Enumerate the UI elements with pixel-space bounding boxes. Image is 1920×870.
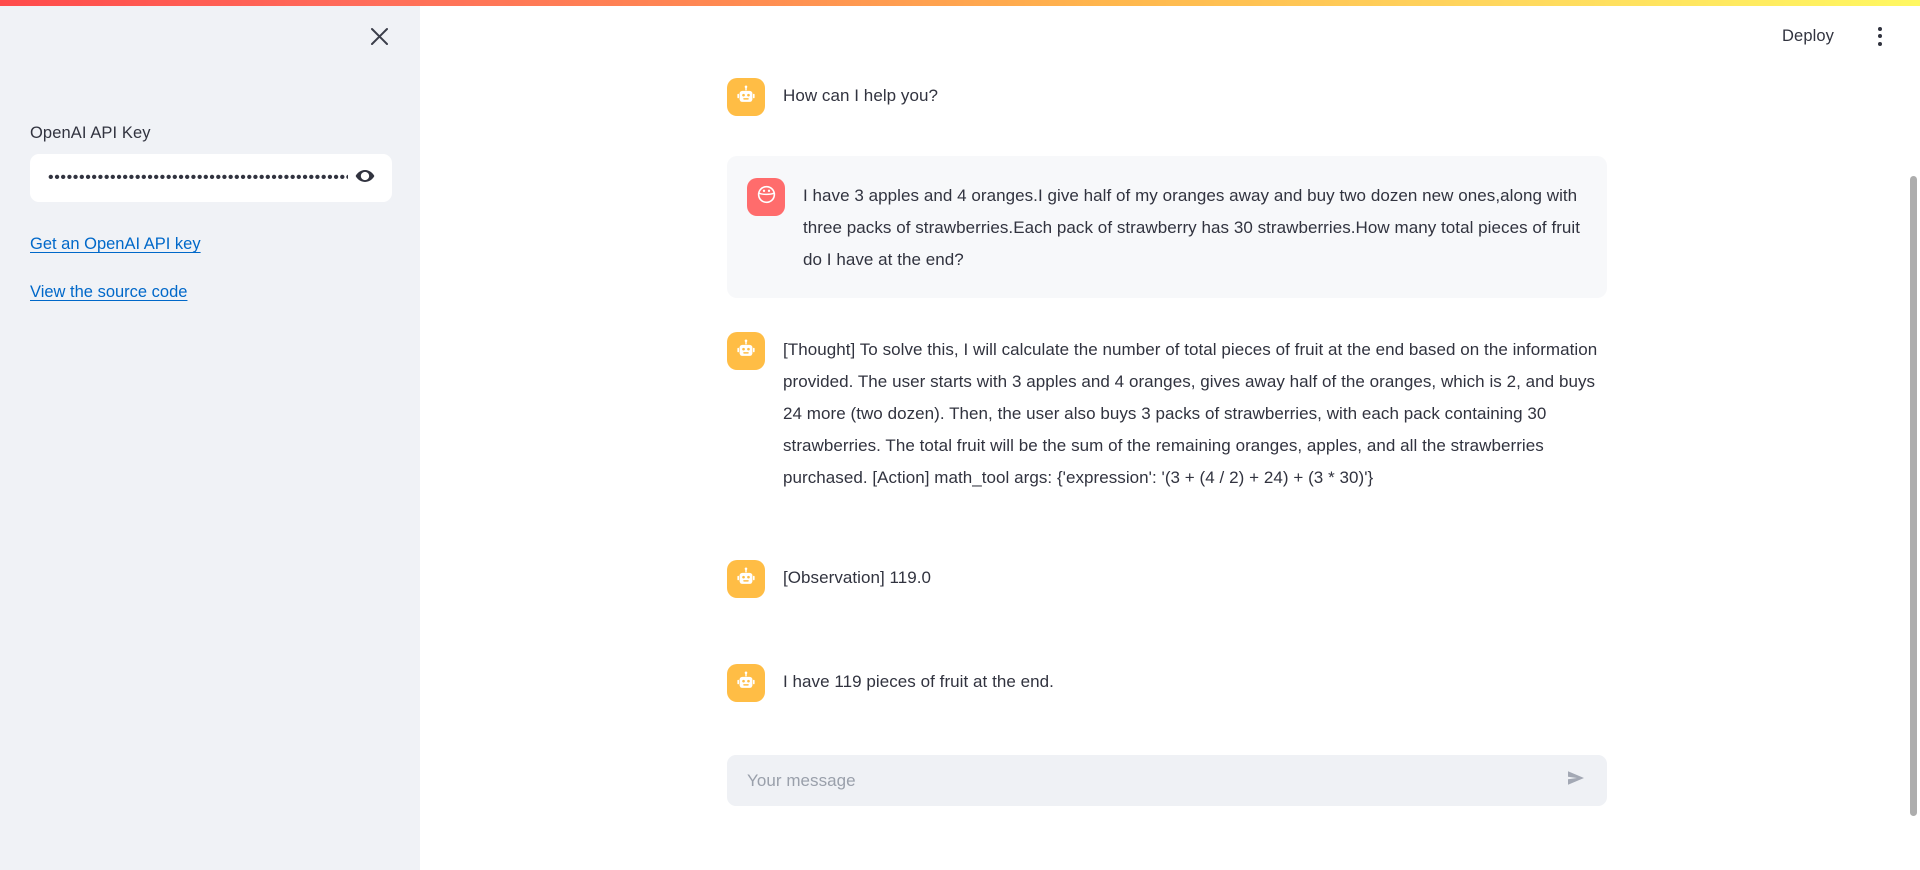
chat-message-assistant: [Observation] 119.0 [727,548,1607,610]
avatar [727,78,765,116]
top-gradient-bar [0,0,1920,6]
send-arrow-icon [1564,766,1588,795]
app-root: OpenAI API Key •••••••••••••••••••••••••… [0,0,1920,870]
robot-icon [735,670,757,697]
robot-icon [735,84,757,111]
sidebar: OpenAI API Key •••••••••••••••••••••••••… [0,0,420,870]
chat-message-user: I have 3 apples and 4 oranges.I give hal… [727,156,1607,298]
avatar [747,178,785,216]
chat-message-assistant: I have 119 pieces of fruit at the end. [727,652,1607,714]
api-key-field-wrapper[interactable]: ••••••••••••••••••••••••••••••••••••••••… [30,154,392,203]
sidebar-close-button[interactable] [360,17,398,55]
toggle-api-key-visibility-button[interactable] [348,161,382,195]
chat-input-bar[interactable]: Your message [727,755,1607,806]
user-face-icon [755,183,778,211]
kebab-menu-icon [1878,26,1882,46]
message-text: [Thought] To solve this, I will calculat… [783,340,1598,487]
close-icon [370,27,389,46]
page-scrollbar-thumb[interactable] [1910,176,1917,816]
message-text: How can I help you? [783,86,938,105]
robot-icon [735,566,757,593]
main-header: Deploy [420,6,1920,66]
page-scrollbar-track[interactable] [1908,6,1920,870]
view-source-code-link[interactable]: View the source code [30,283,187,302]
avatar [727,332,765,370]
avatar [727,664,765,702]
deploy-button[interactable]: Deploy [1772,20,1844,53]
api-key-label: OpenAI API Key [30,124,151,142]
main-menu-button[interactable] [1862,18,1898,54]
api-key-input[interactable]: ••••••••••••••••••••••••••••••••••••••••… [48,154,348,202]
get-api-key-link[interactable]: Get an OpenAI API key [30,235,201,254]
robot-icon [735,338,757,365]
chat-message-assistant: [Thought] To solve this, I will calculat… [727,320,1607,506]
chat-container: How can I help you? I have 3 apples and … [727,6,1607,870]
chat-message-input[interactable]: Your message [747,771,1559,791]
chat-message-assistant: How can I help you? [727,66,1607,128]
message-text: [Observation] 119.0 [783,568,932,587]
avatar [727,560,765,598]
sidebar-content: OpenAI API Key •••••••••••••••••••••••••… [30,122,392,302]
eye-icon [354,165,376,192]
send-message-button[interactable] [1559,764,1593,798]
message-text: I have 119 pieces of fruit at the end. [783,672,1054,691]
message-text: I have 3 apples and 4 oranges.I give hal… [803,186,1581,269]
